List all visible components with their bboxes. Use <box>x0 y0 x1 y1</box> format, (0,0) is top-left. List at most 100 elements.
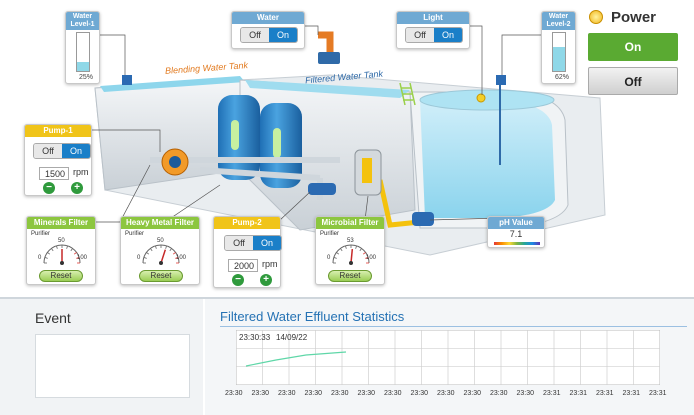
gauge-tick <box>340 248 343 252</box>
pump1-decrease-button[interactable]: − <box>43 182 55 194</box>
gauge-tick <box>56 245 58 249</box>
ph-value: 7.1 <box>509 229 523 239</box>
gauge-tick <box>51 248 54 252</box>
chart-x-tick-label: 23:30 <box>384 390 402 397</box>
water-level-2-fill <box>553 47 565 71</box>
light-off-button[interactable]: Off <box>406 28 434 42</box>
water-switch-title: Water <box>232 12 304 24</box>
gauge-tick <box>336 252 340 255</box>
pump2-rpm-input[interactable]: 2000 <box>228 259 258 272</box>
water-level-1-gauge <box>76 32 90 72</box>
minerals-filter-reset-button[interactable]: Reset <box>39 270 83 282</box>
chart-x-tick-label: 23:30 <box>463 390 482 397</box>
water-level-1-title: Water Level-1 <box>66 12 99 30</box>
ph-title: pH Value <box>488 217 544 229</box>
chart-x-tick-label: 23:30 <box>278 390 296 397</box>
pump2-panel: Pump-2 Off On 2000 rpm − + <box>213 216 282 288</box>
light-switch-panel: Light Off On <box>396 11 470 49</box>
power-on-button[interactable]: On <box>588 33 678 61</box>
gauge-tick <box>150 248 153 252</box>
power-off-button[interactable]: Off <box>588 67 678 95</box>
heavy-metal-filter-panel: Heavy Metal Filter Purifier 0 50 100 Res… <box>120 216 200 285</box>
gauge-tick <box>66 245 68 249</box>
gauge-tick <box>165 245 167 249</box>
water-off-button[interactable]: Off <box>241 28 269 42</box>
gauge-needle <box>350 248 354 264</box>
gauge-hub <box>60 261 64 265</box>
heavy-metal-filter-mid: 50 <box>157 238 164 244</box>
gauge-needle <box>160 249 167 264</box>
gauge-tick <box>172 252 176 255</box>
chart-x-tick-label: 23:31 <box>569 390 588 397</box>
water-switch-panel: Water Off On <box>231 11 305 49</box>
chart-x-tick-label: 23:31 <box>649 390 667 397</box>
gauge-tick <box>359 248 362 252</box>
event-log <box>35 334 190 398</box>
pump2-on-button[interactable]: On <box>253 236 281 250</box>
minerals-filter-min: 0 <box>38 255 42 261</box>
water-level-2-panel: Water Level-2 62% <box>541 11 576 84</box>
microbial-filter-max: 100 <box>366 255 377 261</box>
microbial-filter-panel: Microbial Filter Purifier 0 53 100 Reset <box>315 216 385 285</box>
minerals-filter-label: Purifier <box>31 231 51 237</box>
pump1-on-button[interactable]: On <box>62 144 90 158</box>
light-switch-title: Light <box>397 12 469 24</box>
pump2-rpm-unit: rpm <box>262 259 278 269</box>
light-toggle[interactable]: Off On <box>405 27 463 43</box>
water-level-1-panel: Water Level-1 25% <box>65 11 100 84</box>
event-title: Event <box>35 310 71 326</box>
heavy-metal-filter-title: Heavy Metal Filter <box>121 217 199 229</box>
pump1-rpm-input[interactable]: 1500 <box>39 167 69 180</box>
microbial-filter-mid: 53 <box>347 238 354 244</box>
stats-title: Filtered Water Effluent Statistics <box>220 309 405 324</box>
pump1-toggle[interactable]: Off On <box>33 143 91 159</box>
stats-timestamp: 23:30:33 <box>239 333 271 342</box>
pump2-title: Pump-2 <box>214 217 280 229</box>
chart-x-tick-label: 23:30 <box>304 390 323 397</box>
chart-x-tick-label: 23:30 <box>251 390 270 397</box>
gauge-tick <box>146 252 150 255</box>
heavy-metal-filter-max: 100 <box>176 255 187 261</box>
water-level-1-percent: 25% <box>79 74 94 81</box>
pump2-decrease-button[interactable]: − <box>232 274 244 286</box>
stats-title-underline <box>220 326 687 327</box>
chart-x-tick-label: 23:30 <box>331 390 349 397</box>
chart-x-tick-label: 23:31 <box>596 390 614 397</box>
pump2-off-button[interactable]: Off <box>225 236 253 250</box>
gauge-tick <box>345 245 347 249</box>
heavy-metal-filter-reset-button[interactable]: Reset <box>139 270 183 282</box>
minerals-filter-mid: 50 <box>58 238 65 244</box>
light-on-button[interactable]: On <box>434 28 462 42</box>
heavy-metal-filter-min: 0 <box>137 255 141 261</box>
water-level-2-percent: 62% <box>555 74 570 81</box>
microbial-filter-label: Purifier <box>320 231 340 237</box>
minerals-filter-title: Minerals Filter <box>27 217 95 229</box>
gauge-tick <box>70 248 73 252</box>
water-toggle[interactable]: Off On <box>240 27 298 43</box>
pump1-title: Pump-1 <box>25 125 91 137</box>
water-level-2-gauge <box>552 32 566 72</box>
gauge-tick <box>47 252 51 255</box>
chart-x-tick-label: 23:30 <box>225 390 243 397</box>
power-indicator-icon <box>589 10 603 24</box>
pump2-increase-button[interactable]: + <box>260 274 272 286</box>
gauge-tick <box>143 257 147 259</box>
microbial-filter-reset-button[interactable]: Reset <box>328 270 372 282</box>
chart-x-tick-label: 23:31 <box>622 390 641 397</box>
water-level-1-fill <box>77 61 89 71</box>
pump1-rpm-unit: rpm <box>73 167 89 177</box>
gauge-tick <box>169 248 172 252</box>
water-on-button[interactable]: On <box>269 28 297 42</box>
gauge-tick <box>333 257 337 259</box>
gauge-tick <box>362 252 366 255</box>
microbial-filter-min: 0 <box>327 255 331 261</box>
stats-x-ticks: 23:30 23:30 23:30 23:30 23:30 23:30 23:30 23:30… <box>0 390 694 402</box>
pump1-panel: Pump-1 Off On 1500 rpm − + <box>24 124 92 196</box>
gauge-hub <box>159 261 163 265</box>
pump1-off-button[interactable]: Off <box>34 144 62 158</box>
water-level-2-title: Water Level-2 <box>542 12 575 30</box>
ph-panel: pH Value 7.1 <box>487 216 545 248</box>
gauge-tick <box>355 245 357 249</box>
pump2-toggle[interactable]: Off On <box>224 235 282 251</box>
pump1-increase-button[interactable]: + <box>71 182 83 194</box>
